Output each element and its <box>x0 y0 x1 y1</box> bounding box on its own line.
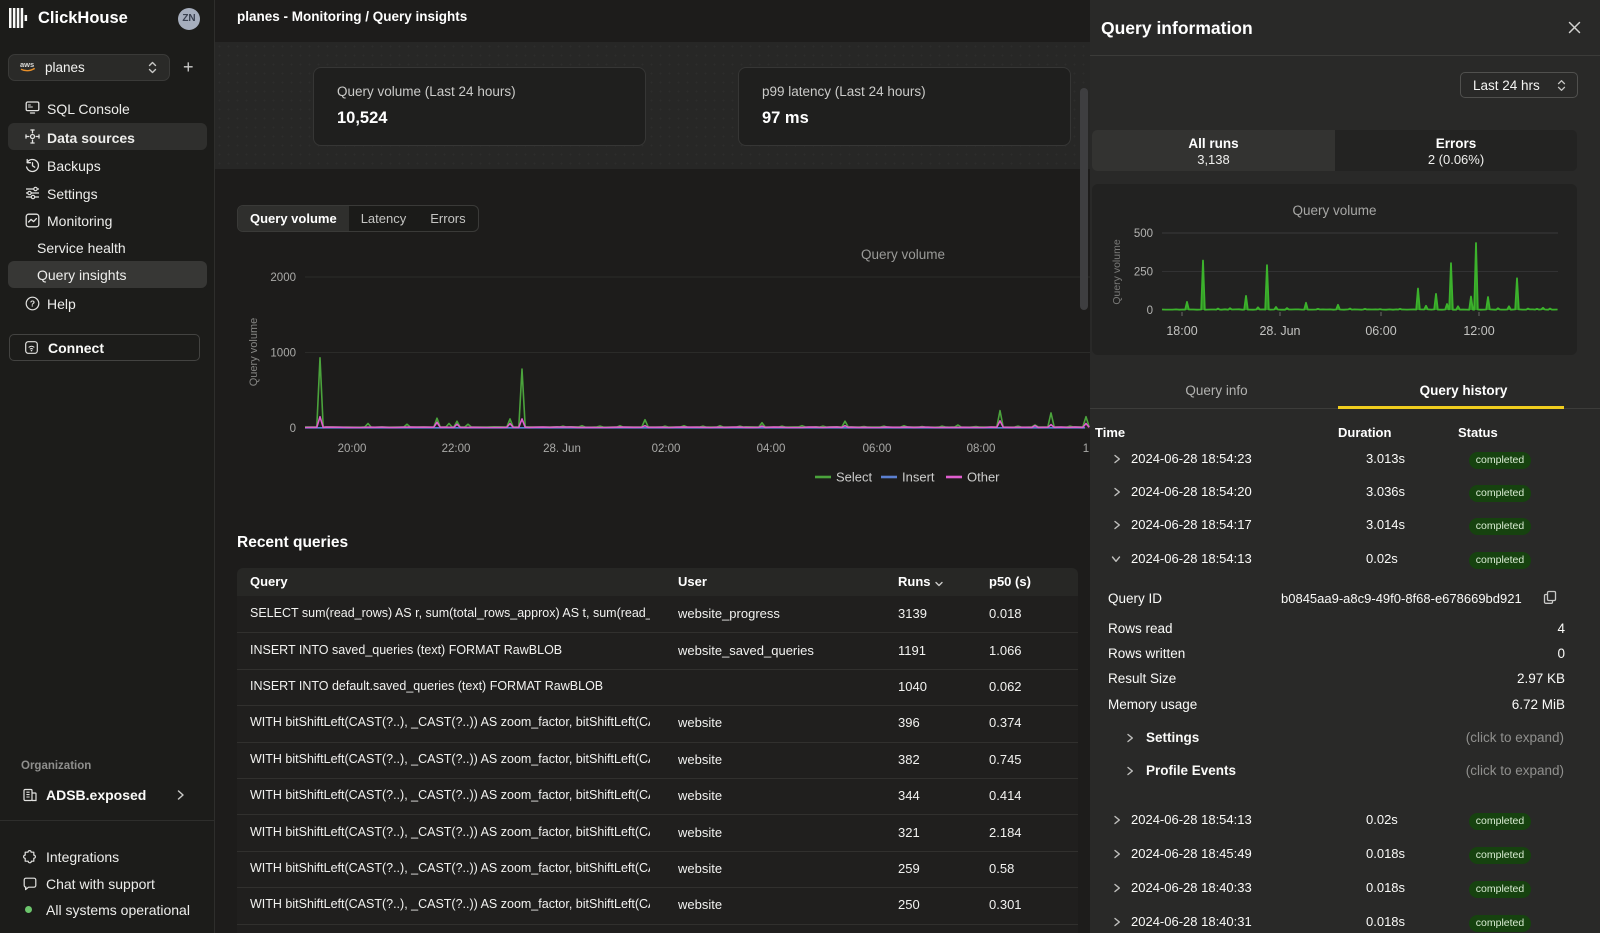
svg-text:04:00: 04:00 <box>757 443 786 455</box>
svg-text:20:00: 20:00 <box>338 443 367 455</box>
svg-text:?: ? <box>30 298 35 308</box>
svg-text:06:00: 06:00 <box>863 443 892 455</box>
svg-text:Query volume: Query volume <box>1111 239 1123 305</box>
svg-text:02:00: 02:00 <box>652 443 681 455</box>
svg-text:28. Jun: 28. Jun <box>543 443 581 455</box>
svg-text:22:00: 22:00 <box>442 443 471 455</box>
svg-text:500: 500 <box>1134 228 1153 240</box>
svg-text:250: 250 <box>1134 267 1153 279</box>
svg-text:2000: 2000 <box>270 272 296 284</box>
svg-text:1: 1 <box>1083 443 1089 455</box>
svg-text:Query volume: Query volume <box>248 318 260 386</box>
svg-text:0: 0 <box>1147 305 1153 317</box>
svg-text:Select: Select <box>836 470 873 485</box>
svg-text:18:00: 18:00 <box>1166 324 1197 338</box>
svg-text:Insert: Insert <box>902 470 935 485</box>
svg-text:aws: aws <box>20 60 34 69</box>
svg-text:08:00: 08:00 <box>967 443 996 455</box>
svg-text:06:00: 06:00 <box>1365 324 1396 338</box>
svg-text:Other: Other <box>967 470 1000 485</box>
svg-text:1000: 1000 <box>270 348 296 360</box>
svg-text:12:00: 12:00 <box>1463 324 1494 338</box>
svg-text:0: 0 <box>290 423 296 435</box>
svg-text:28. Jun: 28. Jun <box>1259 324 1300 338</box>
